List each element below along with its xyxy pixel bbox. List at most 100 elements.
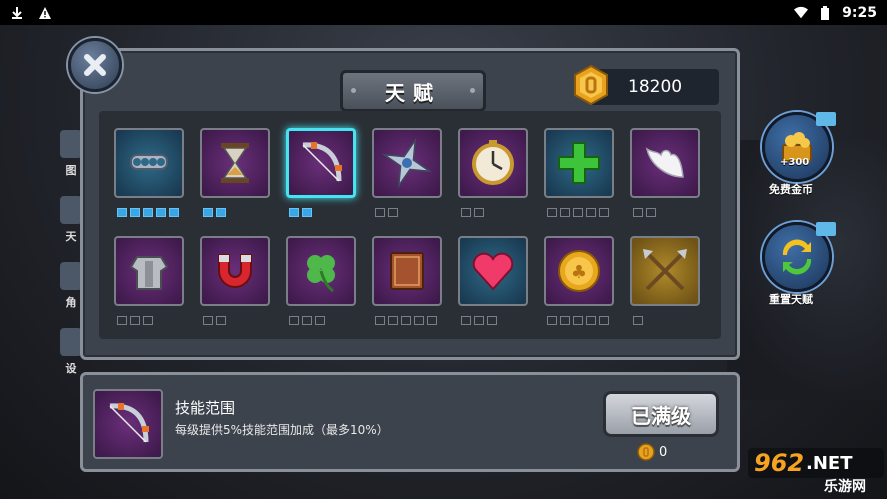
watermark-domain: .NET [806, 453, 853, 474]
level-pip [117, 208, 127, 217]
level-pip [130, 316, 140, 325]
svg-text:♣: ♣ [571, 262, 587, 283]
level-pip [646, 208, 656, 217]
panel-title: 天赋 [385, 80, 441, 105]
level-pip [388, 316, 398, 325]
level-pip [315, 316, 325, 325]
green-cross-icon [558, 142, 600, 184]
talent-level-pips [375, 208, 398, 217]
video-ad-icon [816, 112, 836, 126]
refresh-icon [782, 239, 812, 275]
level-pip [573, 316, 583, 325]
level-pip [216, 316, 226, 325]
level-pip [401, 316, 411, 325]
talent-level-pips [117, 208, 179, 217]
gold-coin-icon [574, 65, 608, 105]
talent-slot[interactable] [630, 236, 700, 306]
skill-name: 技能范围 [175, 399, 236, 417]
brass-knuckles-icon [130, 154, 168, 170]
level-pip [216, 208, 226, 217]
talent-level-pips [633, 208, 656, 217]
talent-level-pips [203, 208, 226, 217]
free-coins-label: 免费金币 [769, 183, 813, 196]
talent-level-pips [633, 316, 643, 325]
talent-level-pips [289, 208, 312, 217]
skill-description: 每级提供5%技能范围加成（最多10%） [175, 423, 389, 437]
level-pip [547, 208, 557, 217]
level-pip [203, 316, 213, 325]
level-pip [560, 316, 570, 325]
talent-slot[interactable] [544, 128, 614, 198]
crossed-arrows-icon [643, 249, 687, 291]
level-pip [586, 316, 596, 325]
talent-slot[interactable] [200, 236, 270, 306]
level-pip [547, 316, 557, 325]
level-pip [130, 208, 140, 217]
wifi-icon [794, 6, 809, 18]
talent-level-pips [461, 208, 484, 217]
talent-slot[interactable] [114, 128, 184, 198]
talent-slot[interactable] [114, 236, 184, 306]
level-pip [427, 316, 437, 325]
panel-title-plate: 天赋 [340, 70, 486, 112]
talent-level-pips [547, 316, 609, 325]
talent-detail-panel: 技能范围 每级提供5%技能范围加成（最多10%） 已满级 0 [80, 372, 740, 472]
talent-slot[interactable] [286, 236, 356, 306]
level-pip [599, 208, 609, 217]
free-coins-amount: +300 [780, 157, 810, 168]
hourglass-icon [221, 143, 249, 183]
detail-talent-icon [93, 389, 163, 459]
status-bar: 9:25 [0, 0, 887, 25]
level-pip [143, 316, 153, 325]
talent-panel: 天赋 18200 [80, 48, 740, 360]
talent-level-pips [375, 316, 437, 325]
talent-slot[interactable]: ♣ [544, 236, 614, 306]
level-pip [560, 208, 570, 217]
upgrade-cost: 0 [659, 445, 668, 460]
gold-coin-icon: ♣ [558, 250, 600, 292]
battery-icon [821, 5, 830, 20]
max-level-button[interactable]: 已满级 [603, 391, 719, 437]
level-pip [117, 316, 127, 325]
level-pip [573, 208, 583, 217]
close-button[interactable] [68, 38, 122, 92]
level-pip [302, 316, 312, 325]
close-icon [84, 54, 106, 76]
level-pip [169, 208, 179, 217]
talent-slot[interactable] [458, 236, 528, 306]
reset-talent-label: 重置天赋 [769, 293, 813, 306]
video-ad-icon [816, 222, 836, 236]
bow-icon [109, 403, 149, 443]
level-pip [414, 316, 424, 325]
level-pip [461, 208, 471, 217]
talent-slot[interactable] [630, 128, 700, 198]
gold-coin-icon [637, 443, 655, 461]
book-icon [390, 252, 424, 290]
talent-level-pips [547, 208, 609, 217]
talent-slot[interactable] [372, 236, 442, 306]
watermark-site: 乐游网 [824, 479, 866, 495]
status-time: 9:25 [842, 4, 877, 21]
level-pip [461, 316, 471, 325]
warning-icon [39, 6, 51, 19]
talent-slot[interactable] [372, 128, 442, 198]
level-pip [599, 316, 609, 325]
shuriken-icon [381, 137, 433, 189]
level-pip [289, 208, 299, 217]
armor-icon [129, 256, 169, 290]
heart-icon [472, 252, 514, 291]
talent-slot[interactable] [286, 128, 356, 198]
site-watermark: 962 .NET 乐游网 [748, 448, 884, 495]
level-pip [289, 316, 299, 325]
talent-slot[interactable] [458, 128, 528, 198]
coin-balance: 18200 [628, 77, 683, 97]
talent-level-pips [203, 316, 226, 325]
talent-slot[interactable] [200, 128, 270, 198]
talent-level-pips [289, 316, 325, 325]
watermark-number: 962 [754, 449, 805, 477]
clock-icon [472, 140, 514, 185]
wings-icon [645, 147, 684, 178]
level-pip [388, 208, 398, 217]
level-pip [375, 316, 385, 325]
clover-icon [307, 255, 335, 293]
